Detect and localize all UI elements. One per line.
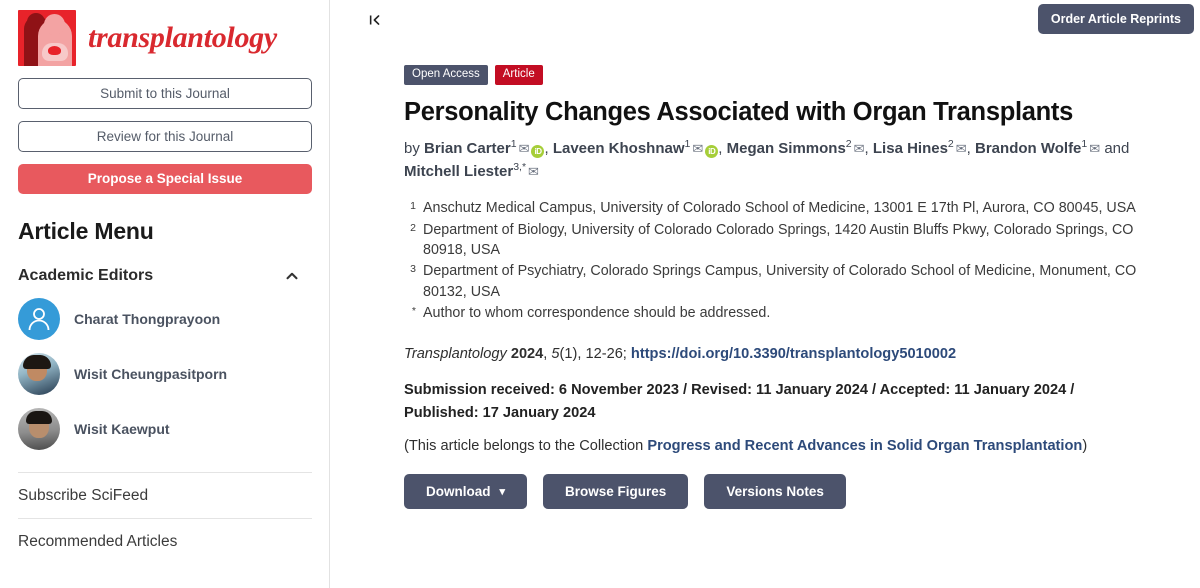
- author-entry: Brandon Wolfe1 ✉: [975, 137, 1100, 157]
- affiliation-text: Department of Psychiatry, Colorado Sprin…: [423, 263, 1137, 300]
- academic-editor-item[interactable]: Wisit Cheungpasitporn: [18, 353, 312, 395]
- versions-notes-button[interactable]: Versions Notes: [704, 474, 846, 510]
- envelope-icon[interactable]: ✉: [519, 141, 530, 156]
- avatar: [18, 298, 60, 340]
- main-content: Order Article Reprints Open Access Artic…: [330, 0, 1200, 588]
- affiliation-mark: 3: [410, 263, 416, 276]
- academic-editor-item[interactable]: Wisit Kaewput: [18, 408, 312, 450]
- browse-figures-button[interactable]: Browse Figures: [543, 474, 689, 510]
- article-action-row: Download ▾ Browse Figures Versions Notes: [404, 474, 1180, 510]
- avatar: [18, 353, 60, 395]
- article-menu-heading: Article Menu: [18, 218, 154, 244]
- chevron-up-icon: [284, 268, 300, 284]
- orcid-icon[interactable]: iD: [531, 144, 545, 158]
- affiliation-mark: *: [411, 304, 416, 317]
- badge-row: Open Access Article: [404, 65, 1180, 85]
- envelope-icon[interactable]: ✉: [956, 141, 967, 156]
- affiliation-item: 3 Department of Psychiatry, Colorado Spr…: [408, 261, 1180, 302]
- journal-title: transplantology: [88, 20, 277, 54]
- academic-editors-label: Academic Editors: [18, 267, 154, 284]
- author-name[interactable]: Megan Simmons: [727, 140, 846, 157]
- citation-pages: , 12-26;: [577, 346, 631, 363]
- order-article-reprints-button[interactable]: Order Article Reprints: [1037, 4, 1194, 34]
- page-title: Personality Changes Associated with Orga…: [404, 97, 1074, 126]
- citation-line: Transplantology 2024, 5(1), 12-26; https…: [404, 344, 1180, 366]
- author-entry: Brian Carter1 ✉ iD,: [424, 137, 549, 158]
- article-header: Open Access Article Personality Changes …: [330, 65, 1200, 510]
- academic-editors-toggle[interactable]: Academic Editors: [18, 267, 312, 285]
- affiliation-list: 1 Anschutz Medical Campus, University of…: [404, 198, 1180, 323]
- author-conjunction: and: [1104, 139, 1130, 157]
- main-topbar: Order Article Reprints: [330, 0, 1200, 44]
- submit-to-journal-button[interactable]: Submit to this Journal: [18, 78, 312, 109]
- author-affil-mark: 2: [845, 137, 852, 150]
- collection-link[interactable]: Progress and Recent Advances in Solid Or…: [647, 438, 1082, 454]
- envelope-icon[interactable]: ✉: [528, 164, 539, 179]
- affiliation-text: Department of Biology, University of Col…: [423, 221, 1134, 258]
- page-root: transplantology Submit to this Journal R…: [0, 0, 1200, 588]
- transplantology-logo-icon: [18, 9, 76, 66]
- citation-issue: (1): [559, 346, 578, 363]
- sidebar-item-recommended-articles[interactable]: Recommended Articles: [18, 519, 312, 564]
- author-list: by Brian Carter1 ✉ iD, Laveen Khoshnaw1 ✉ iD…: [404, 137, 1180, 183]
- author-affil-mark: 2: [947, 137, 954, 150]
- journal-brand[interactable]: transplantology: [18, 0, 312, 66]
- affiliation-item: 2 Department of Biology, University of C…: [408, 220, 1180, 261]
- avatar: [18, 408, 60, 450]
- author-entry: Lisa Hines2 ✉,: [873, 137, 971, 157]
- academic-editor-item[interactable]: Charat Thongprayoon: [18, 298, 312, 340]
- collection-suffix: ): [1082, 438, 1088, 455]
- download-button-label: Download: [426, 484, 491, 500]
- orcid-icon[interactable]: iD: [705, 144, 719, 158]
- sidebar-item-subscribe-scifeed[interactable]: Subscribe SciFeed: [18, 473, 312, 518]
- collection-line: (This article belongs to the Collection …: [404, 438, 1180, 454]
- publication-dates: Submission received: 6 November 2023 / R…: [404, 381, 1075, 421]
- academic-editor-name: Charat Thongprayoon: [74, 311, 221, 327]
- envelope-icon[interactable]: ✉: [854, 141, 865, 156]
- author-name[interactable]: Mitchell Liester: [404, 163, 513, 180]
- collection-prefix: (This article belongs to the Collection: [404, 438, 648, 455]
- author-affil-mark: 1: [684, 137, 691, 150]
- affiliation-item: 1 Anschutz Medical Campus, University of…: [408, 198, 1180, 218]
- author-separator: ,: [966, 139, 971, 157]
- citation-journal: Transplantology: [404, 346, 507, 363]
- envelope-icon[interactable]: ✉: [692, 141, 703, 156]
- author-separator: ,: [544, 139, 549, 157]
- academic-editor-name: Wisit Cheungpasitporn: [74, 366, 228, 382]
- affiliation-mark: 2: [410, 221, 416, 234]
- author-affil-mark: 3,*: [513, 160, 527, 173]
- author-prefix: by: [404, 139, 420, 157]
- author-name[interactable]: Lisa Hines: [873, 140, 948, 157]
- status-badge-open-access[interactable]: Open Access: [404, 65, 488, 85]
- doi-link[interactable]: https://doi.org/10.3390/transplantology5…: [631, 346, 956, 362]
- author-affil-mark: 1: [1081, 137, 1088, 150]
- download-button[interactable]: Download ▾: [404, 474, 528, 510]
- chevron-down-icon: ▾: [499, 486, 506, 499]
- academic-editor-name: Wisit Kaewput: [74, 421, 170, 437]
- sidebar: transplantology Submit to this Journal R…: [0, 0, 330, 588]
- envelope-icon[interactable]: ✉: [1089, 141, 1100, 156]
- author-affil-mark: 1: [510, 137, 517, 150]
- affiliation-item: * Author to whom correspondence should b…: [408, 303, 1180, 323]
- author-name[interactable]: Laveen Khoshnaw: [553, 140, 685, 157]
- review-for-journal-button[interactable]: Review for this Journal: [18, 121, 312, 152]
- affiliation-text: Anschutz Medical Campus, University of C…: [423, 200, 1136, 217]
- author-name[interactable]: Brandon Wolfe: [975, 140, 1081, 157]
- author-entry: Laveen Khoshnaw1 ✉ iD,: [553, 137, 723, 158]
- author-entry: Megan Simmons2 ✉,: [727, 137, 869, 157]
- author-entry: Mitchell Liester3,* ✉: [404, 160, 539, 180]
- citation-volume: 5: [551, 346, 560, 363]
- author-separator: ,: [718, 139, 723, 157]
- collapse-sidebar-icon[interactable]: [362, 8, 388, 32]
- affiliation-text: Author to whom correspondence should be …: [423, 304, 771, 321]
- author-separator: ,: [864, 139, 869, 157]
- status-badge-article-type[interactable]: Article: [494, 65, 543, 85]
- propose-special-issue-button[interactable]: Propose a Special Issue: [18, 164, 312, 194]
- affiliation-mark: 1: [410, 200, 416, 213]
- citation-year: 2024: [510, 346, 544, 363]
- author-name[interactable]: Brian Carter: [424, 140, 511, 157]
